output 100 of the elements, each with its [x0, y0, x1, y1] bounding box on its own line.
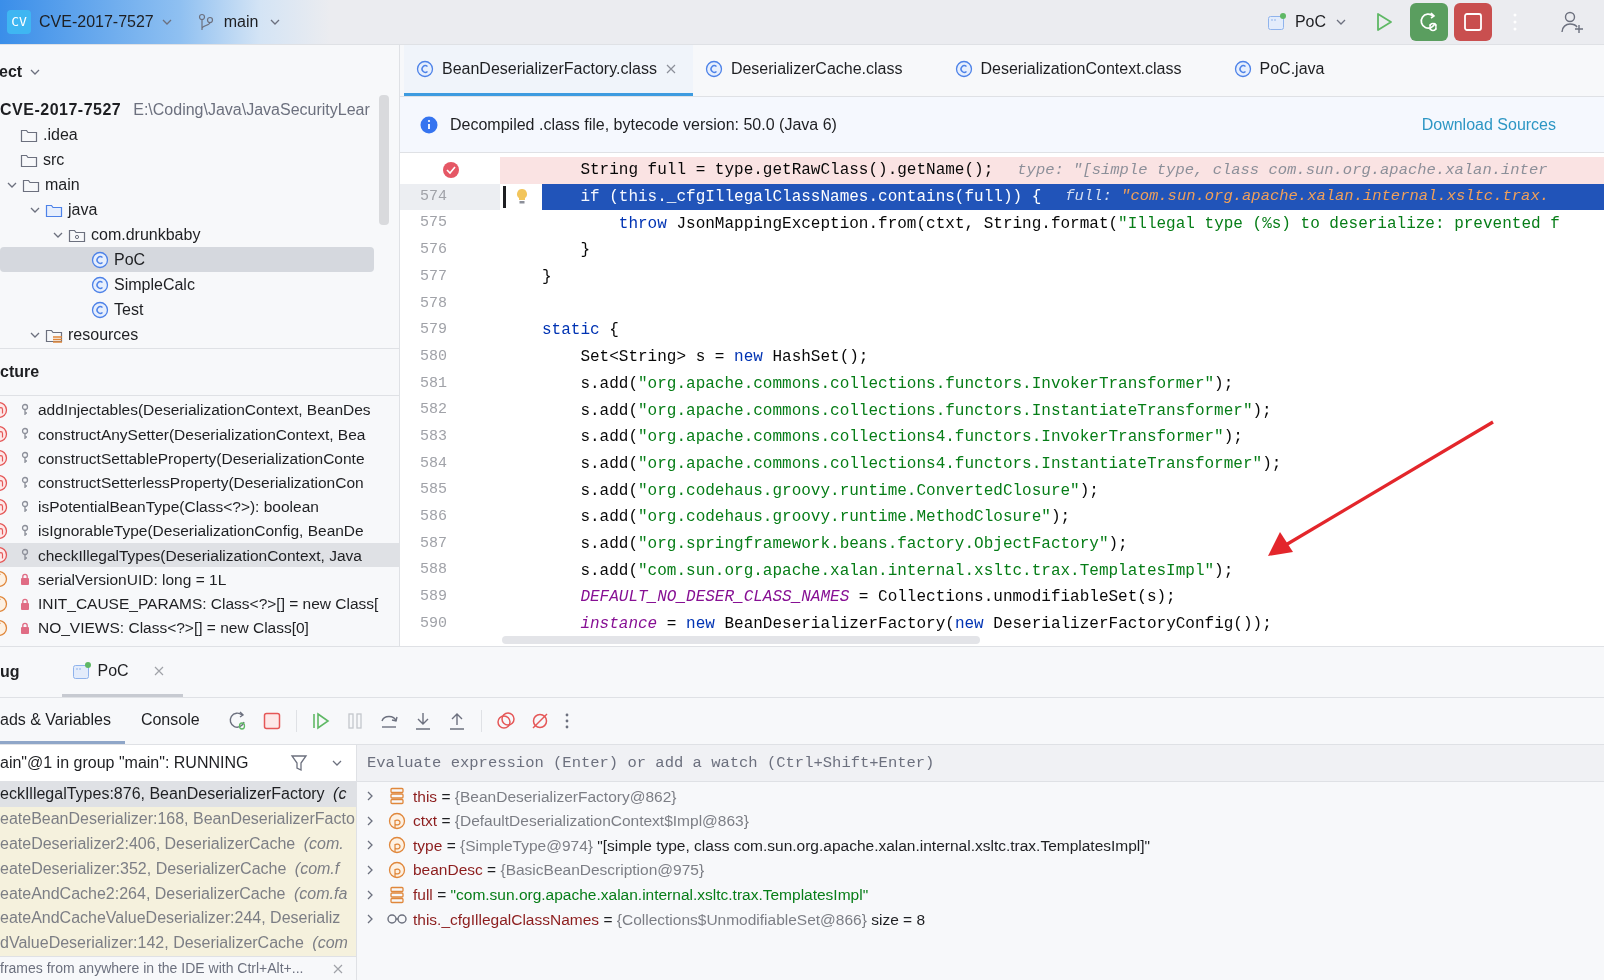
tree-item[interactable]: .idea — [0, 122, 374, 147]
tree-item[interactable]: Test — [0, 297, 374, 322]
project-view-selector[interactable]: ect — [0, 60, 43, 84]
key-icon — [20, 451, 30, 466]
structure-item[interactable]: isPotentialBeanType(Class<?>): boolean — [0, 494, 399, 519]
parameter-icon — [388, 811, 406, 830]
key-icon — [20, 475, 30, 490]
rerun-icon[interactable] — [227, 711, 248, 731]
structure-item[interactable]: constructSetterlessProperty(DeserializationCon — [0, 470, 399, 495]
line-number: 579 — [420, 320, 447, 341]
code-line: s.add("org.apache.commons.collections4.functors.InvokerTransformer"); — [579, 427, 1243, 449]
structure-item[interactable]: isIgnorableType(DeserializationConfig, BeanDe — [0, 518, 399, 544]
class-icon — [91, 300, 109, 319]
project-path: E:\Coding\Java\JavaSecurityLear — [133, 99, 370, 120]
line-number: 584 — [420, 453, 447, 474]
line-number: 574 — [420, 186, 447, 207]
line-number: 589 — [420, 587, 447, 608]
tree-item[interactable]: com.drunkbaby — [0, 222, 374, 247]
code-line: } — [579, 240, 590, 262]
stop-button[interactable] — [1454, 3, 1492, 41]
close-icon[interactable] — [332, 962, 344, 975]
class-icon — [416, 60, 434, 78]
debug-button[interactable] — [1410, 3, 1448, 41]
filter-icon[interactable] — [290, 754, 308, 772]
variable-entry: type = {SimpleType@974} "[simple type, class com.sun.org.apache.xalan.internal.xsltc.trax.TemplatesImpl]" — [413, 835, 1151, 856]
tree-item[interactable]: java — [0, 197, 374, 222]
tool-window-title: ug — [0, 662, 20, 682]
tree-item[interactable]: PoC — [0, 247, 374, 272]
structure-item[interactable]: constructSettableProperty(DeserializationConte — [0, 446, 399, 471]
variable-entry: this._cfgIllegalClassNames = {Collections$UnmodifiableSet@866} size = 8 — [413, 909, 926, 930]
code-line: s.add("org.apache.commons.collections.functors.InvokerTransformer"); — [579, 373, 1234, 395]
variable-icon — [389, 787, 405, 806]
stack-frame[interactable]: eckIllegalTypes:876, BeanDeserializerFactory (c — [0, 782, 356, 807]
key-icon — [20, 403, 30, 418]
structure-item[interactable]: checkIllegalTypes(DeserializationContext, Java — [0, 543, 399, 568]
line-number: 576 — [420, 240, 447, 261]
glasses-icon — [386, 912, 408, 927]
branch-icon — [197, 13, 214, 31]
add-user-icon[interactable] — [1560, 10, 1584, 34]
run-configuration-selector[interactable]: PoC — [1266, 10, 1348, 34]
debug-session-tab[interactable]: PoC — [61, 647, 183, 697]
line-number: 577 — [420, 266, 447, 287]
tree-item[interactable]: resources — [0, 322, 374, 347]
tree-item[interactable]: main — [0, 172, 374, 197]
class-icon — [1233, 60, 1252, 78]
lock-icon — [20, 620, 30, 635]
line-number: 583 — [420, 426, 447, 447]
editor-tab[interactable]: DeserializationContext.class — [942, 45, 1222, 96]
line-number: 580 — [420, 346, 447, 367]
lock-icon — [20, 572, 30, 587]
tree-item[interactable]: src — [0, 147, 374, 172]
variable-icon — [389, 885, 405, 904]
run-icon — [1375, 12, 1393, 32]
line-number: 585 — [420, 480, 447, 501]
structure-item[interactable]: INIT_CAUSE_PARAMS: Class<?>[] = new Class[ — [0, 591, 399, 616]
code-line: s.add("org.apache.commons.collections4.functors.InstantiateTransformer"); — [579, 453, 1282, 475]
line-number: 588 — [420, 560, 447, 581]
structure-item[interactable]: serialVersionUID: long = 1L — [0, 567, 399, 592]
structure-item[interactable]: addInjectables(DeserializationContext, BeanDes — [0, 398, 399, 423]
class-icon — [704, 60, 723, 78]
project-badge: CV — [7, 10, 31, 34]
tree-item[interactable]: SimpleCalc — [0, 272, 374, 297]
editor-tab[interactable]: PoC.java — [1221, 45, 1365, 96]
breakpoints-icon[interactable] — [495, 711, 516, 731]
variable-entry: this = {BeanDeserializerFactory@862} — [413, 786, 677, 807]
project-selector[interactable]: CVE-2017-7527 — [39, 10, 174, 34]
code-line: Set<String> s = new HashSet(); — [579, 347, 869, 369]
panel-title: cture — [0, 362, 40, 382]
structure-item[interactable]: NO_VIEWS: Class<?>[] = new Class[0] — [0, 615, 399, 640]
close-icon[interactable] — [664, 63, 677, 75]
lightbulb-icon[interactable] — [515, 188, 529, 207]
code-line: DEFAULT_NO_DESER_CLASS_NAMES = Collections.unmodifiableSet(s); — [579, 587, 1176, 609]
code-line: s.add("org.apache.commons.collections.functors.InstantiateTransformer"); — [579, 400, 1272, 422]
branch-selector[interactable]: main — [197, 10, 283, 34]
debugger-view-tab[interactable]: Console — [124, 698, 216, 744]
info-icon — [420, 115, 438, 134]
editor-tab[interactable]: DeserializerCache.class — [692, 45, 943, 96]
variable-entry: beanDesc = {BasicBeanDescription@975} — [413, 860, 705, 881]
close-icon[interactable] — [152, 664, 165, 677]
line-number: 586 — [420, 507, 447, 528]
code-line: if (this._cfgIllegalClassNames.contains(full)) { — [579, 187, 1042, 209]
stop-icon[interactable] — [261, 711, 282, 731]
class-icon — [954, 60, 973, 78]
thread-selector[interactable]: ain"@1 in group "main": RUNNING — [0, 745, 356, 782]
line-number: 578 — [420, 293, 447, 314]
structure-item[interactable]: constructAnySetter(DeserializationContext, Bea — [0, 422, 399, 447]
more-options-icon[interactable] — [563, 711, 570, 731]
key-icon — [20, 427, 30, 442]
code-line: s.add("org.springframework.beans.factory.ObjectFactory"); — [579, 533, 1128, 555]
breakpoint-icon[interactable] — [441, 160, 461, 181]
class-icon — [91, 250, 109, 269]
parameter-icon — [388, 836, 406, 855]
editor-tab[interactable]: BeanDeserializerFactory.class — [404, 45, 693, 96]
window-icon — [1266, 12, 1287, 32]
evaluate-expression-field[interactable]: Evaluate expression (Enter) or add a watch (Ctrl+Shift+Enter) — [357, 745, 1604, 782]
parameter-icon — [388, 861, 406, 880]
scrollbar[interactable] — [502, 636, 980, 644]
code-line: s.add("com.sun.org.apache.xalan.internal.xsltc.trax.TemplatesImpl"); — [579, 560, 1234, 582]
project-root-name[interactable]: CVE-2017-7527 — [0, 97, 122, 122]
scrollbar[interactable] — [379, 95, 389, 225]
